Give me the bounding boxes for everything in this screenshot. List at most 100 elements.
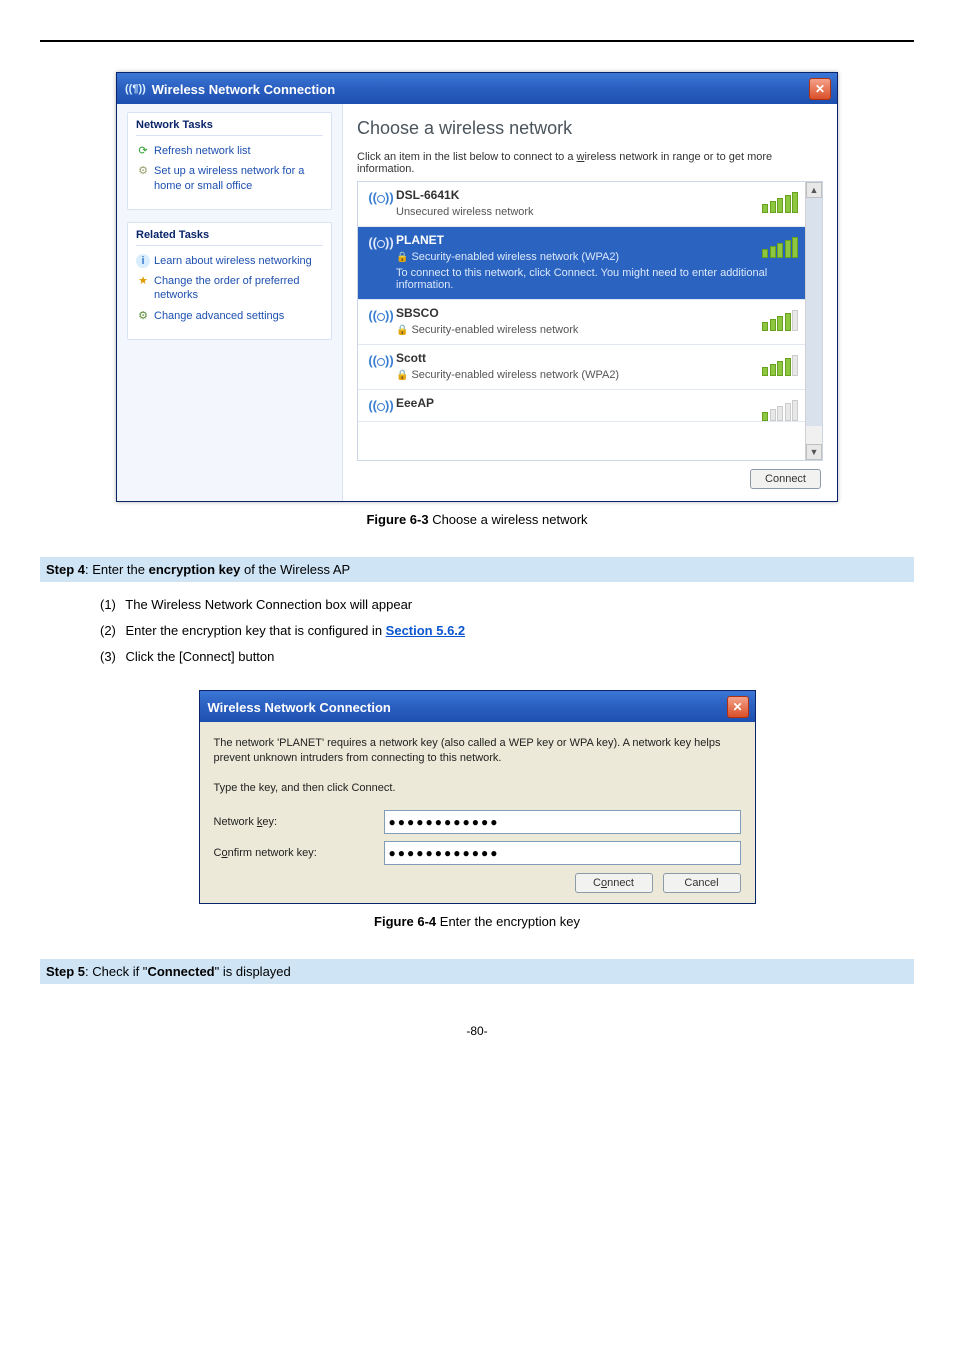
sidebar-section-network-tasks: Network Tasks ⟳ Refresh network list ⚙ S… — [127, 112, 332, 210]
network-extra: To connect to this network, click Connec… — [396, 267, 798, 291]
window-title: Wireless Network Connection — [152, 82, 335, 97]
dialog-connect-button[interactable]: Connect — [575, 873, 653, 893]
main-subtext: Click an item in the list below to conne… — [357, 151, 823, 175]
network-name: DSL-6641K — [396, 188, 798, 202]
network-key-label: Network key: — [214, 816, 384, 828]
dialog-instruction: Type the key, and then click Connect. — [214, 781, 741, 796]
substeps: (1) The Wireless Network Connection box … — [100, 592, 914, 670]
info-icon: i — [136, 254, 150, 268]
substep-text: Click the [Connect] button — [126, 649, 275, 664]
network-name: SBSCO — [396, 306, 798, 320]
figure-text: Choose a wireless network — [429, 512, 588, 527]
signal-icon — [762, 310, 798, 331]
gear-icon: ⚙ — [136, 309, 150, 323]
lock-icon: 🔒 — [396, 252, 408, 263]
substep-number: (2) — [100, 623, 116, 638]
scroll-down-button[interactable]: ▼ — [806, 444, 822, 460]
network-key-input[interactable] — [384, 810, 741, 834]
close-icon: ✕ — [732, 700, 742, 714]
substep-3: (3) Click the [Connect] button — [100, 644, 914, 670]
network-key-row: Network key: — [214, 810, 741, 834]
lock-icon: 🔒 — [396, 325, 408, 336]
main-panel: Choose a wireless network Click an item … — [343, 104, 837, 501]
network-desc: Unsecured wireless network — [396, 206, 798, 218]
step-text-bold: Connected — [147, 964, 214, 979]
network-desc: 🔒Security-enabled wireless network — [396, 324, 798, 336]
step-text-bold: encryption key — [149, 562, 241, 577]
sidebar-link-advanced[interactable]: ⚙ Change advanced settings — [136, 309, 323, 323]
network-name: EeeAP — [396, 396, 798, 410]
network-name: Scott — [396, 351, 798, 365]
sidebar-link-refresh[interactable]: ⟳ Refresh network list — [136, 144, 323, 158]
confirm-key-label: Confirm network key: — [214, 847, 384, 859]
network-item[interactable]: (())EeeAP — [358, 390, 806, 422]
horizontal-rule — [40, 40, 914, 42]
sidebar-section-related-tasks: Related Tasks i Learn about wireless net… — [127, 222, 332, 340]
network-item[interactable]: (())Scott 🔒Security-enabled wireless netw… — [358, 345, 806, 390]
substep-number: (1) — [100, 597, 116, 612]
figure-caption-2: Figure 6-4 Enter the encryption key — [40, 914, 914, 929]
antenna-icon: (()) — [366, 233, 396, 291]
lock-icon: 🔒 — [396, 370, 408, 381]
page-number: -80- — [40, 1024, 914, 1038]
confirm-key-row: Confirm network key: — [214, 841, 741, 865]
dialog-titlebar: Wireless Network Connection ✕ — [200, 691, 755, 722]
scrollbar[interactable]: ▲ ▼ — [805, 182, 822, 460]
sidebar-link-learn[interactable]: i Learn about wireless networking — [136, 254, 323, 268]
scroll-thumb[interactable] — [806, 198, 822, 426]
network-desc: 🔒Security-enabled wireless network (WPA2… — [396, 251, 798, 263]
network-item[interactable]: (())SBSCO 🔒Security-enabled wireless netw… — [358, 300, 806, 345]
confirm-key-input[interactable] — [384, 841, 741, 865]
network-list: (()) DSL-6641K Unsecured wireless network (… — [357, 181, 823, 461]
dialog-cancel-button[interactable]: Cancel — [663, 873, 741, 893]
figure-text: Enter the encryption key — [436, 914, 580, 929]
step-bar-4: Step 4: Enter the encryption key of the … — [40, 557, 914, 582]
substep-number: (3) — [100, 649, 116, 664]
signal-icon — [762, 192, 798, 213]
close-button[interactable]: ✕ — [809, 78, 831, 100]
sidebar: Network Tasks ⟳ Refresh network list ⚙ S… — [117, 104, 343, 501]
network-item[interactable]: (())DSL-6641KUnsecured wireless network — [358, 182, 806, 227]
signal-icon — [762, 237, 798, 258]
sidebar-link-setup[interactable]: ⚙ Set up a wireless network for a home o… — [136, 164, 323, 193]
network-name: PLANET — [396, 233, 798, 247]
network-item[interactable]: (())PLANET 🔒Security-enabled wireless net… — [358, 227, 806, 300]
window-titlebar: ((¶)) Wireless Network Connection ✕ — [117, 73, 837, 104]
antenna-icon: (()) — [366, 396, 396, 413]
sidebar-link-label: Change advanced settings — [154, 310, 284, 322]
key-dialog-window: Wireless Network Connection ✕ The networ… — [199, 690, 756, 904]
refresh-icon: ⟳ — [136, 144, 150, 158]
setup-icon: ⚙ — [136, 164, 150, 178]
substep-2: (2) Enter the encryption key that is con… — [100, 618, 914, 644]
sidebar-header: Network Tasks — [136, 119, 323, 136]
connect-button[interactable]: Connect — [750, 469, 821, 489]
figure-label: Figure 6-4 — [374, 914, 436, 929]
wireless-chooser-window: ((¶)) Wireless Network Connection ✕ Netw… — [116, 72, 838, 502]
network-desc: 🔒Security-enabled wireless network (WPA2… — [396, 369, 798, 381]
close-icon: ✕ — [815, 82, 825, 96]
figure-label: Figure 6-3 — [366, 512, 428, 527]
sidebar-link-label: Change the order of preferred networks — [154, 275, 300, 301]
step-text: : Check if " — [85, 964, 147, 979]
wireless-icon: ((¶)) — [125, 83, 146, 95]
signal-icon — [762, 400, 798, 421]
main-heading: Choose a wireless network — [357, 118, 823, 139]
figure-caption-1: Figure 6-3 Choose a wireless network — [40, 512, 914, 527]
substep-1: (1) The Wireless Network Connection box … — [100, 592, 914, 618]
star-icon: ★ — [136, 274, 150, 288]
sidebar-link-order[interactable]: ★ Change the order of preferred networks — [136, 274, 323, 303]
dialog-title: Wireless Network Connection — [208, 700, 391, 715]
step-label: Step 5 — [46, 964, 85, 979]
section-link[interactable]: Section 5.6.2 — [386, 623, 465, 638]
close-button[interactable]: ✕ — [727, 696, 749, 718]
antenna-icon: (()) — [366, 351, 396, 381]
subtext-part: Click an item in the list below to conne… — [357, 151, 577, 163]
step-label: Step 4 — [46, 562, 85, 577]
step-text: " is displayed — [215, 964, 291, 979]
antenna-icon: (()) — [366, 306, 396, 336]
substep-text: Enter the encryption key that is configu… — [126, 623, 386, 638]
step-bar-5: Step 5: Check if "Connected" is displaye… — [40, 959, 914, 984]
scroll-up-button[interactable]: ▲ — [806, 182, 822, 198]
sidebar-link-label: Refresh network list — [154, 145, 251, 157]
step-text: of the Wireless AP — [240, 562, 350, 577]
